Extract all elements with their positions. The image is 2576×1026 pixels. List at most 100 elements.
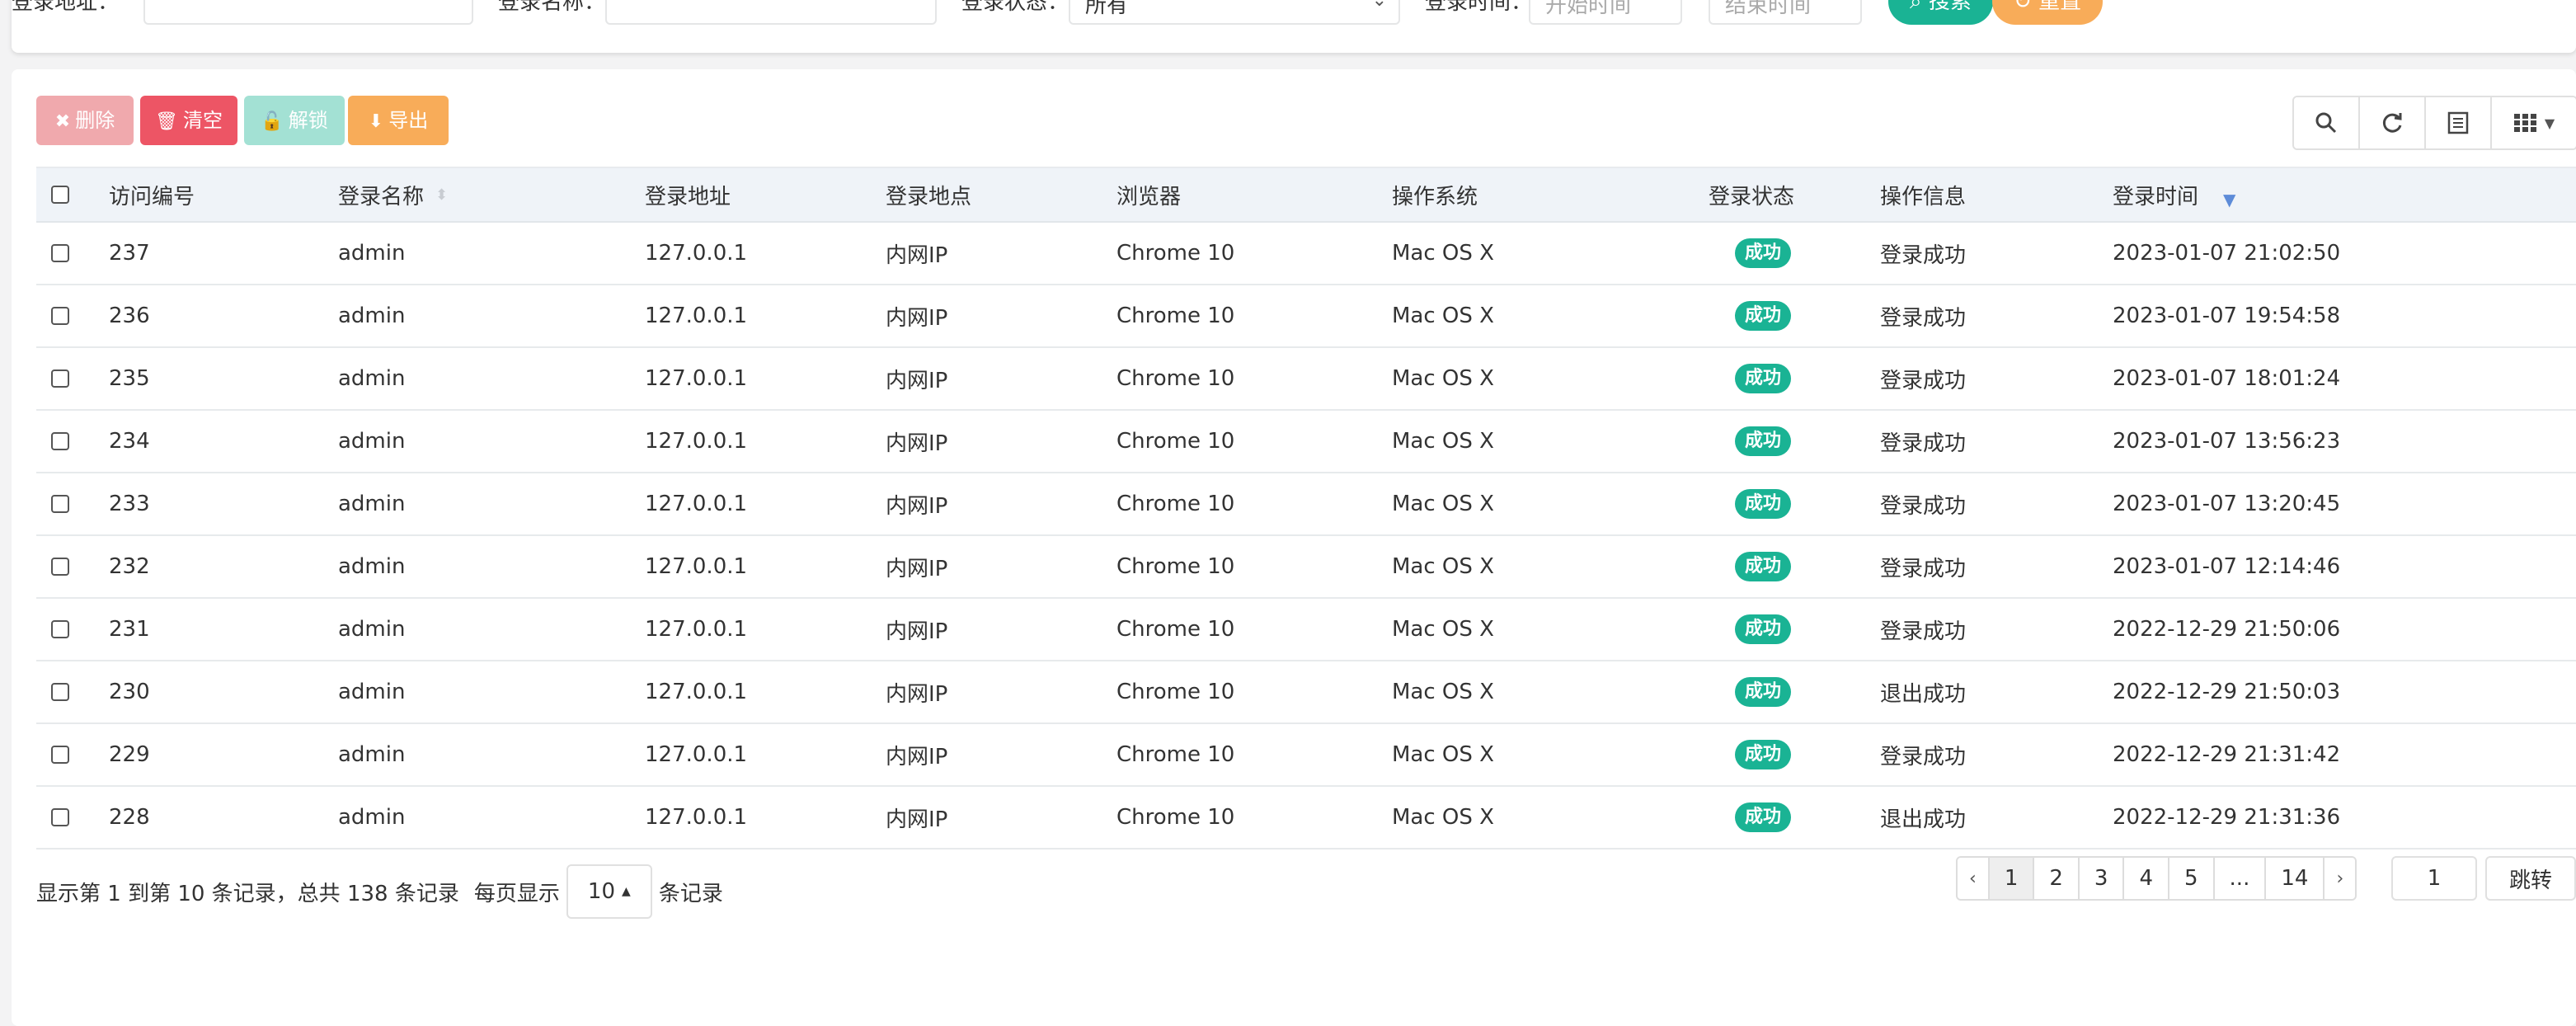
columns-button[interactable]: ▼ <box>2492 97 2576 148</box>
row-checkbox[interactable] <box>51 495 69 513</box>
status-badge: 成功 <box>1735 802 1792 832</box>
trash-icon: 🗑 <box>155 111 178 132</box>
table-row[interactable]: 235 admin 127.0.0.1 内网IP Chrome 10 Mac OS X 成功… <box>36 348 2576 411</box>
table-row[interactable]: 236 admin 127.0.0.1 内网IP Chrome 10 Mac OS X 成功… <box>36 285 2576 348</box>
row-checkbox-cell[interactable] <box>51 661 69 722</box>
row-checkbox-cell[interactable] <box>51 473 69 534</box>
header-location[interactable]: 登录地点 <box>886 168 971 221</box>
page-3-button[interactable]: 3 <box>2079 858 2125 899</box>
header-browser[interactable]: 浏览器 <box>1116 168 1181 221</box>
search-toggle-button[interactable] <box>2294 97 2360 148</box>
table-body: 237 admin 127.0.0.1 内网IP Chrome 10 Mac OS X 成功… <box>36 223 2576 850</box>
row-checkbox-cell[interactable] <box>51 411 69 472</box>
page-5-button[interactable]: 5 <box>2169 858 2215 899</box>
header-login-name[interactable]: 登录名称 ⬍ <box>338 168 448 221</box>
login-address-input[interactable] <box>143 0 473 25</box>
header-address[interactable]: 登录地址 <box>645 168 731 221</box>
row-checkbox[interactable] <box>51 432 69 450</box>
page-jump-button[interactable]: 跳转 <box>2485 856 2576 901</box>
page-14-button[interactable]: 14 <box>2266 858 2325 899</box>
row-checkbox-cell[interactable] <box>51 724 69 785</box>
header-message[interactable]: 操作信息 <box>1880 168 1966 221</box>
row-checkbox-cell[interactable] <box>51 285 69 346</box>
header-os[interactable]: 操作系统 <box>1392 168 1478 221</box>
header-id[interactable]: 访问编号 <box>109 168 195 221</box>
table-row[interactable]: 230 admin 127.0.0.1 内网IP Chrome 10 Mac OS X 成功… <box>36 661 2576 724</box>
cell-id: 236 <box>109 304 150 328</box>
row-checkbox[interactable] <box>51 307 69 325</box>
cell-login-name: admin <box>338 366 406 391</box>
toggle-view-button[interactable] <box>2426 97 2492 148</box>
cell-login-name: admin <box>338 554 406 579</box>
row-checkbox-cell[interactable] <box>51 599 69 660</box>
end-time-input[interactable]: 结束时间 <box>1709 0 1862 25</box>
row-checkbox-cell[interactable] <box>51 787 69 848</box>
table-row[interactable]: 228 admin 127.0.0.1 内网IP Chrome 10 Mac OS X 成功… <box>36 787 2576 850</box>
cell-login-name: admin <box>338 680 406 704</box>
cell-os: Mac OS X <box>1392 680 1494 704</box>
page-4-button[interactable]: 4 <box>2124 858 2169 899</box>
row-checkbox-cell[interactable] <box>51 223 69 284</box>
status-badge: 成功 <box>1735 489 1792 519</box>
clear-button[interactable]: 🗑 清空 <box>140 96 237 145</box>
cell-location: 内网IP <box>886 242 948 268</box>
page-2-button[interactable]: 2 <box>2034 858 2080 899</box>
select-all-checkbox[interactable] <box>51 186 69 204</box>
table-row[interactable]: 229 admin 127.0.0.1 内网IP Chrome 10 Mac OS X 成功… <box>36 724 2576 787</box>
page-1-button[interactable]: 1 <box>1989 858 2035 899</box>
cell-time: 2023-01-07 12:14:46 <box>2113 554 2341 579</box>
row-checkbox[interactable] <box>51 369 69 388</box>
page-size-dropdown[interactable]: 10 ▲ <box>566 864 652 919</box>
login-name-input[interactable] <box>605 0 937 25</box>
status-badge: 成功 <box>1735 426 1792 456</box>
search-button[interactable]: ⌕ 搜索 <box>1888 0 1993 25</box>
row-checkbox[interactable] <box>51 808 69 826</box>
export-button[interactable]: ⬇ 导出 <box>348 96 449 145</box>
cell-login-name: admin <box>338 241 406 266</box>
cell-status: 成功 <box>1735 787 1792 848</box>
table-row[interactable]: 231 admin 127.0.0.1 内网IP Chrome 10 Mac OS X 成功… <box>36 599 2576 661</box>
cell-address: 127.0.0.1 <box>645 742 748 767</box>
per-page-suffix: 条记录 <box>658 881 723 906</box>
cell-id: 234 <box>109 429 150 454</box>
cell-message: 登录成功 <box>1880 368 1967 393</box>
row-checkbox[interactable] <box>51 746 69 764</box>
cell-message: 登录成功 <box>1880 744 1967 770</box>
cell-address: 127.0.0.1 <box>645 805 748 830</box>
next-page-button[interactable]: › <box>2325 858 2356 899</box>
reset-button[interactable]: ↻ 重置 <box>1992 0 2104 25</box>
cell-location: 内网IP <box>886 744 948 770</box>
table-row[interactable]: 234 admin 127.0.0.1 内网IP Chrome 10 Mac OS X 成功… <box>36 411 2576 473</box>
page-jump-input[interactable]: 1 <box>2391 856 2477 901</box>
header-time[interactable]: 登录时间 ▼ <box>2113 168 2235 221</box>
cell-time: 2023-01-07 13:20:45 <box>2113 492 2341 516</box>
cell-login-name: admin <box>338 304 406 328</box>
login-address-label: 登录地址： <box>12 0 120 15</box>
table-row[interactable]: 237 admin 127.0.0.1 内网IP Chrome 10 Mac OS X 成功… <box>36 223 2576 285</box>
row-checkbox[interactable] <box>51 558 69 576</box>
select-all-cell[interactable] <box>51 168 69 221</box>
cell-status: 成功 <box>1735 411 1792 472</box>
delete-button[interactable]: ✖ 删除 <box>36 96 134 145</box>
start-time-input[interactable]: 开始时间 <box>1529 0 1682 25</box>
cell-os: Mac OS X <box>1392 304 1494 328</box>
cell-browser: Chrome 10 <box>1116 366 1235 391</box>
status-select[interactable]: 所有 ⌄ <box>1069 0 1400 25</box>
row-checkbox-cell[interactable] <box>51 536 69 597</box>
table-row[interactable]: 232 admin 127.0.0.1 内网IP Chrome 10 Mac OS X 成功… <box>36 536 2576 599</box>
row-checkbox[interactable] <box>51 244 69 262</box>
header-status[interactable]: 登录状态 <box>1709 168 1794 221</box>
cell-id: 233 <box>109 492 150 516</box>
cell-message: 登录成功 <box>1880 305 1967 331</box>
row-checkbox-cell[interactable] <box>51 348 69 409</box>
close-icon: ✖ <box>54 111 71 132</box>
cell-browser: Chrome 10 <box>1116 304 1235 328</box>
refresh-button[interactable] <box>2360 97 2426 148</box>
cell-address: 127.0.0.1 <box>645 680 748 704</box>
row-checkbox[interactable] <box>51 620 69 638</box>
prev-page-button[interactable]: ‹ <box>1958 858 1990 899</box>
row-checkbox[interactable] <box>51 683 69 701</box>
unlock-button[interactable]: 🔓 解锁 <box>244 96 345 145</box>
status-select-value: 所有 <box>1085 0 1129 18</box>
table-row[interactable]: 233 admin 127.0.0.1 内网IP Chrome 10 Mac OS X 成功… <box>36 473 2576 536</box>
